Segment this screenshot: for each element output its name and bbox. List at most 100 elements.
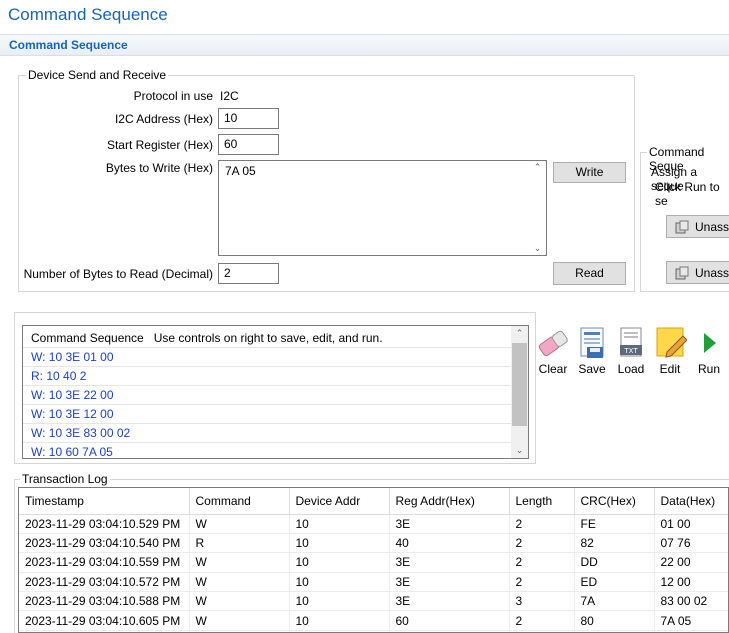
column-header[interactable]: Length <box>509 488 575 515</box>
table-cell: 3 <box>509 591 575 612</box>
i2c-address-input[interactable]: 10 <box>218 108 279 129</box>
section-header-title: Command Sequence <box>9 38 128 52</box>
unassign-button-1-label: Unassi <box>695 220 729 234</box>
sequence-scrollbar[interactable]: ⌃ ⌄ <box>511 326 528 458</box>
table-cell: 01 00 <box>654 514 728 534</box>
table-cell: 10 <box>289 610 390 631</box>
device-icon <box>675 266 689 280</box>
table-cell: 10 <box>289 572 390 593</box>
table-cell: 2023-11-29 03:04:10.605 PM <box>19 610 190 631</box>
table-cell: 2 <box>509 533 575 554</box>
assign-hint-line2: Click Run to se <box>655 180 720 208</box>
table-cell: R <box>189 533 290 554</box>
column-header[interactable]: Command <box>189 488 290 515</box>
bytes-scrollbar[interactable]: ⌃ ⌄ <box>529 161 546 255</box>
table-cell: 2023-11-29 03:04:10.559 PM <box>19 552 190 573</box>
table-cell: W <box>189 552 290 573</box>
protocol-value: I2C <box>220 89 239 103</box>
device-group-legend: Device Send and Receive <box>26 68 169 82</box>
table-cell: 10 <box>289 533 390 554</box>
table-cell: 83 00 02 <box>654 591 728 612</box>
table-cell: 82 <box>574 533 655 554</box>
sequence-header: Command Sequence Use controls on right t… <box>23 326 528 348</box>
table-row[interactable]: 2023-11-29 03:04:10.588 PM W 10 3E 3 7A 83 00 … <box>19 591 728 612</box>
unassign-button-2-label: Unassi <box>695 266 729 280</box>
run-label: Run <box>697 362 720 376</box>
scroll-up-icon[interactable]: ⌃ <box>529 162 546 173</box>
table-row[interactable]: 2023-11-29 03:04:10.529 PM W 10 3E 2 FE 01 00 <box>19 514 728 534</box>
table-cell: 10 <box>289 514 390 534</box>
sequence-header-hint: Use controls on right to save, edit, and… <box>153 331 383 345</box>
table-cell: 2023-11-29 03:04:10.540 PM <box>19 533 190 554</box>
table-cell: 10 <box>289 552 390 573</box>
transaction-log-table-container[interactable]: Timestamp Command Device Addr Reg Addr(Hex)… <box>18 487 729 633</box>
transaction-log-table: Timestamp Command Device Addr Reg Addr(Hex)… <box>19 488 728 631</box>
column-header[interactable]: Timestamp <box>19 488 190 515</box>
read-button[interactable]: Read <box>553 262 626 285</box>
sequence-item[interactable]: W: 10 60 7A 05 <box>23 443 528 458</box>
save-tool[interactable]: Save <box>572 326 612 376</box>
edit-label: Edit <box>659 362 681 376</box>
bytes-to-write-textarea[interactable]: 7A 05 ⌃ ⌄ <box>218 160 547 256</box>
clear-tool[interactable]: Clear <box>533 326 573 376</box>
scroll-thumb[interactable] <box>512 343 527 426</box>
column-header[interactable]: CRC(Hex) <box>574 488 655 515</box>
device-icon <box>675 220 689 234</box>
table-cell: DD <box>574 552 655 573</box>
sequence-item[interactable]: W: 10 3E 83 00 02 <box>23 424 528 443</box>
run-tool[interactable]: Run <box>689 326 729 376</box>
table-cell: 12 00 <box>654 572 728 593</box>
protocol-label: Protocol in use <box>133 89 213 103</box>
text-file-icon: TXT <box>620 327 642 357</box>
unassign-button-2[interactable]: Unassi <box>666 261 729 284</box>
sequence-item[interactable]: W: 10 3E 12 00 <box>23 405 528 424</box>
table-cell: 3E <box>389 552 510 573</box>
column-header[interactable]: Device Addr <box>289 488 390 515</box>
eraser-icon <box>538 330 568 357</box>
bytes-to-write-label: Bytes to Write (Hex) <box>105 161 213 175</box>
table-row[interactable]: 2023-11-29 03:04:10.540 PM R 10 40 2 82 07 76 <box>19 533 728 554</box>
load-badge-text: TXT <box>623 347 638 355</box>
edit-tool[interactable]: Edit <box>650 326 690 376</box>
table-cell: FE <box>574 514 655 534</box>
table-cell: 2 <box>509 572 575 593</box>
table-cell: 3E <box>389 591 510 612</box>
sequence-item[interactable]: R: 10 40 2 <box>23 367 528 386</box>
table-cell: 10 <box>289 591 390 612</box>
start-register-input[interactable]: 60 <box>218 134 279 155</box>
load-tool[interactable]: TXT Load <box>611 326 651 376</box>
save-label: Save <box>578 362 606 376</box>
column-header[interactable]: Data(Hex) <box>654 488 728 515</box>
table-cell: 2 <box>509 514 575 534</box>
table-cell: 2023-11-29 03:04:10.588 PM <box>19 591 190 612</box>
table-cell: 80 <box>574 610 655 631</box>
play-icon <box>704 333 716 353</box>
table-row[interactable]: 2023-11-29 03:04:10.572 PM W 10 3E 2 ED 12 00 <box>19 572 728 593</box>
scroll-down-icon[interactable]: ⌄ <box>529 243 546 254</box>
table-row[interactable]: 2023-11-29 03:04:10.605 PM W 10 60 2 80 7A 05 <box>19 610 728 631</box>
table-cell: W <box>189 610 290 631</box>
table-cell: 7A 05 <box>654 610 728 631</box>
table-cell: 3E <box>389 572 510 593</box>
table-cell: 2023-11-29 03:04:10.572 PM <box>19 572 190 593</box>
unassign-button-1[interactable]: Unassi <box>666 215 729 238</box>
save-document-icon <box>580 327 604 358</box>
sequence-item[interactable]: W: 10 3E 22 00 <box>23 386 528 405</box>
bytes-to-read-label: Number of Bytes to Read (Decimal) <box>23 267 213 281</box>
column-header[interactable]: Reg Addr(Hex) <box>389 488 510 515</box>
scroll-down-icon[interactable]: ⌄ <box>511 445 528 456</box>
write-button[interactable]: Write <box>553 162 626 183</box>
start-register-label: Start Register (Hex) <box>106 138 213 152</box>
bytes-to-read-input[interactable]: 2 <box>218 263 279 284</box>
scroll-up-icon[interactable]: ⌃ <box>511 328 528 339</box>
bytes-to-write-value: 7A 05 <box>225 164 256 178</box>
table-cell: ED <box>574 572 655 593</box>
table-row[interactable]: 2023-11-29 03:04:10.559 PM W 10 3E 2 DD 22 00 <box>19 552 728 573</box>
table-cell: 2023-11-29 03:04:10.529 PM <box>19 514 190 534</box>
load-label: Load <box>617 362 645 376</box>
sequence-item[interactable]: W: 10 3E 01 00 <box>23 348 528 367</box>
command-sequence-list[interactable]: Command Sequence Use controls on right t… <box>22 325 529 459</box>
table-cell: 40 <box>389 533 510 554</box>
clear-label: Clear <box>538 362 568 376</box>
table-cell: W <box>189 591 290 612</box>
